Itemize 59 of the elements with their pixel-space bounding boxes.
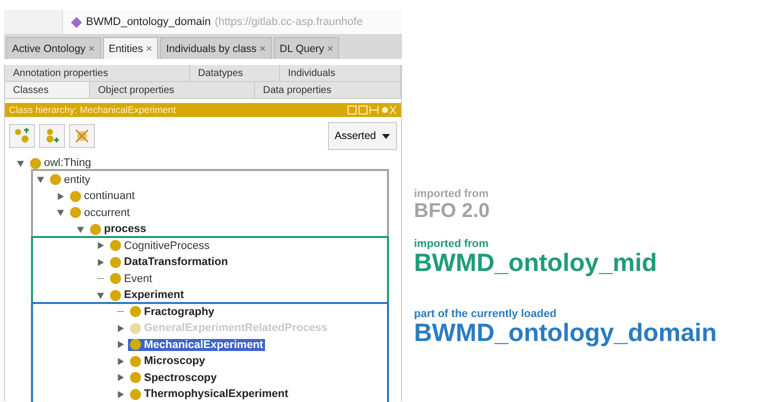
annotation-caption: imported from — [414, 188, 490, 200]
add-sibling-icon — [44, 128, 60, 144]
class-label[interactable]: process — [88, 223, 148, 236]
class-icon — [50, 174, 61, 186]
entity-tab[interactable]: Classes — [5, 82, 90, 98]
class-label[interactable]: entity — [48, 174, 92, 186]
ontology-url: (https://gitlab.cc-asp.fraunhofe — [214, 16, 363, 28]
annotation-caption: part of the currently loaded — [414, 308, 558, 320]
entity-tab[interactable]: Datatypes — [190, 65, 280, 81]
ontology-icon — [71, 16, 82, 28]
collapsed-toggle-icon[interactable] — [57, 192, 64, 200]
class-icon — [70, 207, 81, 218]
workspace-tab[interactable]: Entities × — [102, 37, 158, 59]
entity-tab[interactable]: Data properties — [255, 82, 401, 98]
class-icon — [110, 290, 121, 301]
class-icon — [110, 256, 121, 268]
expanded-toggle-icon[interactable] — [97, 292, 104, 299]
tree-node[interactable]: process — [77, 223, 148, 236]
tree-node[interactable]: Event — [97, 272, 154, 285]
collapsed-toggle-icon[interactable] — [117, 341, 124, 348]
class-label[interactable]: Event — [108, 272, 154, 285]
expanded-toggle-icon[interactable] — [37, 176, 44, 184]
ontology-label: BWMD_ontoloy_mid — [414, 250, 658, 278]
tree-node[interactable]: entity — [37, 174, 92, 186]
ontology-name: BWMD_ontology_domain — [86, 16, 211, 28]
expanded-toggle-icon[interactable] — [57, 209, 64, 216]
class-icon — [110, 240, 121, 252]
class-icon — [70, 190, 81, 202]
add-subclass-icon — [14, 128, 30, 144]
workspace-tab[interactable]: Individuals by class × — [160, 37, 272, 59]
collapsed-toggle-icon[interactable] — [117, 374, 124, 382]
entity-tab[interactable]: Annotation properties — [5, 65, 190, 81]
hierarchy-mode-dropdown[interactable]: Asserted — [328, 122, 397, 150]
class-icon — [130, 306, 141, 318]
annotation-caption: imported from — [414, 238, 490, 250]
class-icon — [90, 224, 101, 235]
workspace-tab[interactable]: Active Ontology × — [6, 37, 101, 59]
entity-tab[interactable]: Individuals — [280, 65, 401, 81]
collapsed-toggle-icon[interactable] — [117, 390, 124, 398]
class-icon — [130, 339, 141, 350]
class-icon — [30, 158, 41, 169]
ontology-label: BWMD_ontology_domain — [414, 320, 718, 348]
collapsed-toggle-icon[interactable] — [97, 258, 104, 266]
expanded-toggle-icon[interactable] — [17, 160, 24, 167]
collapsed-toggle-icon[interactable] — [117, 358, 124, 365]
expanded-toggle-icon[interactable] — [77, 226, 84, 233]
ontology-label: BFO 2.0 — [414, 200, 491, 222]
class-icon — [130, 356, 141, 367]
delete-class-button[interactable] — [69, 124, 95, 148]
view-title: Class hierarchy: MechanicalExperiment — [9, 104, 177, 116]
workspace-tab[interactable]: DL Query × — [274, 37, 340, 59]
collapsed-toggle-icon[interactable] — [97, 242, 104, 250]
caret-icon — [382, 134, 390, 138]
class-icon — [130, 322, 141, 334]
class-icon — [130, 388, 141, 400]
entity-tab[interactable]: Object properties — [90, 82, 255, 98]
class-icon — [130, 372, 141, 384]
class-icon — [110, 273, 121, 284]
delete-icon — [74, 128, 90, 144]
